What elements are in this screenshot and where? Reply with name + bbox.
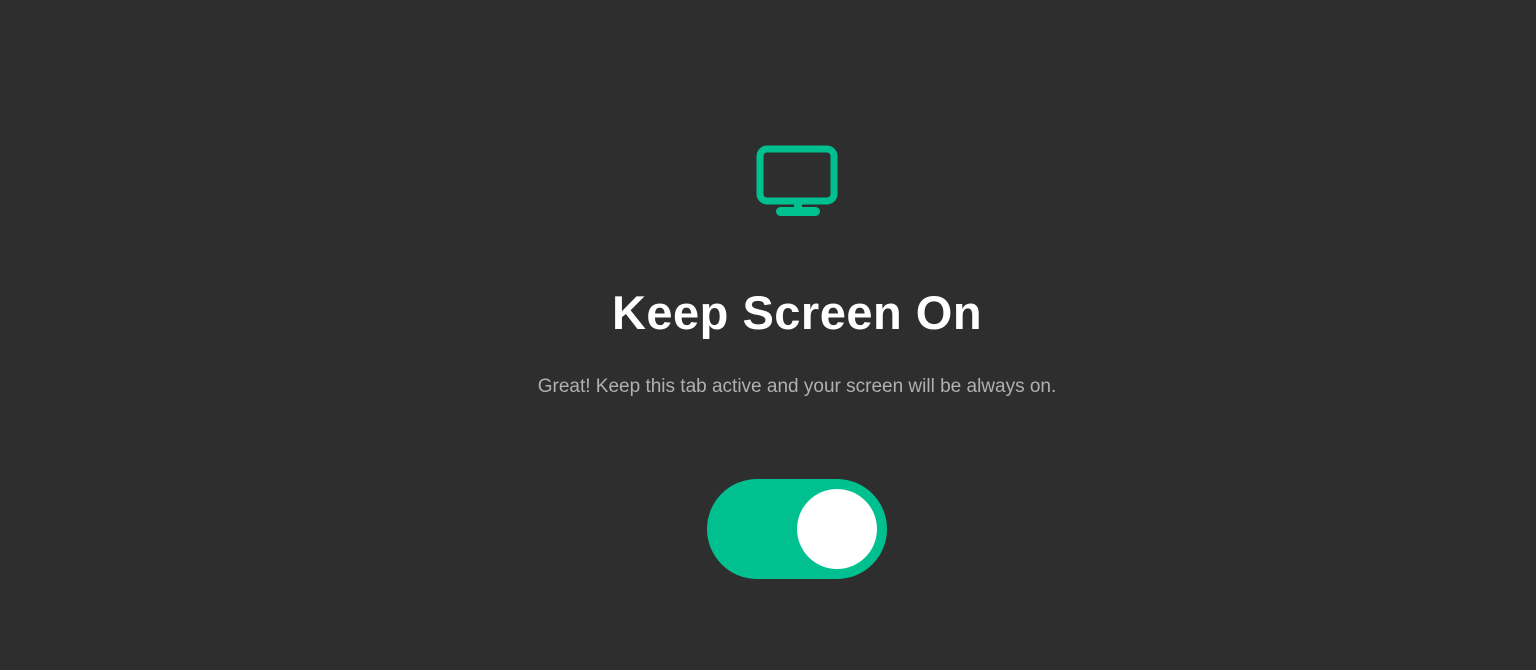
page-title: Keep Screen On [611,286,983,339]
monitor-icon [756,145,838,216]
page-subtitle: Great! Keep this tab active and your scr… [537,376,1057,397]
page: Keep Screen On Great! Keep this tab acti… [0,0,1536,670]
screen-on-toggle[interactable] [707,479,887,579]
toggle-knob [797,489,877,569]
